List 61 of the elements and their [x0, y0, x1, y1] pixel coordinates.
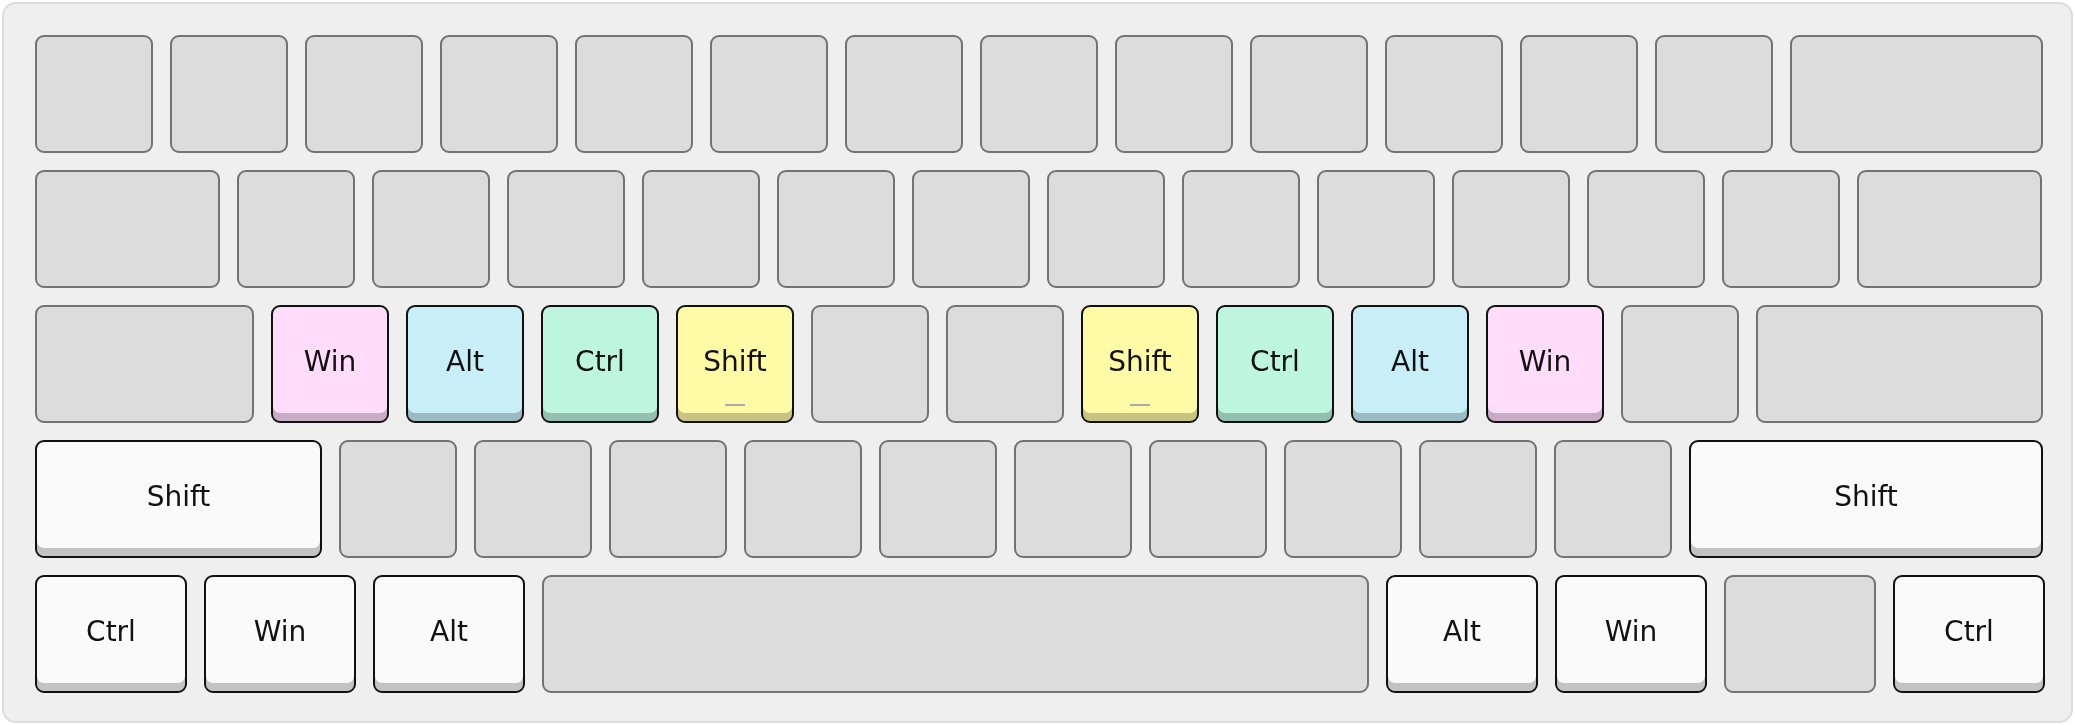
- blank-key[interactable]: [305, 35, 423, 153]
- key[interactable]: Win: [271, 305, 389, 423]
- blank-key[interactable]: [1587, 170, 1705, 288]
- blank-key[interactable]: [1149, 440, 1267, 558]
- blank-key[interactable]: [1284, 440, 1402, 558]
- key[interactable]: Ctrl: [1893, 575, 2045, 693]
- blank-key[interactable]: [170, 35, 288, 153]
- blank-key[interactable]: [1857, 170, 2042, 288]
- blank-key[interactable]: [1317, 170, 1435, 288]
- key[interactable]: Alt: [1386, 575, 1538, 693]
- blank-key[interactable]: [1182, 170, 1300, 288]
- blank-key[interactable]: [845, 35, 963, 153]
- blank-key[interactable]: [1756, 305, 2043, 423]
- blank-key[interactable]: [642, 170, 760, 288]
- key[interactable]: Shift: [35, 440, 322, 558]
- blank-key[interactable]: [35, 35, 153, 153]
- blank-key[interactable]: [474, 440, 592, 558]
- blank-key[interactable]: [507, 170, 625, 288]
- key[interactable]: Ctrl: [541, 305, 659, 423]
- blank-key[interactable]: [35, 305, 254, 423]
- blank-key[interactable]: [35, 170, 220, 288]
- key[interactable]: Ctrl: [35, 575, 187, 693]
- blank-key[interactable]: [811, 305, 929, 423]
- blank-key[interactable]: [237, 170, 355, 288]
- blank-key[interactable]: [1724, 575, 1876, 693]
- blank-key[interactable]: [1385, 35, 1503, 153]
- key[interactable]: Win: [1486, 305, 1604, 423]
- key[interactable]: Shift: [1689, 440, 2043, 558]
- blank-key[interactable]: [777, 170, 895, 288]
- blank-key[interactable]: [575, 35, 693, 153]
- key[interactable]: Alt: [406, 305, 524, 423]
- blank-key[interactable]: [542, 575, 1369, 693]
- blank-key[interactable]: [1014, 440, 1132, 558]
- blank-key[interactable]: [1047, 170, 1165, 288]
- blank-key[interactable]: [879, 440, 997, 558]
- key[interactable]: Shift: [676, 305, 794, 423]
- blank-key[interactable]: [912, 170, 1030, 288]
- blank-key[interactable]: [1250, 35, 1368, 153]
- blank-key[interactable]: [1520, 35, 1638, 153]
- blank-key[interactable]: [980, 35, 1098, 153]
- blank-key[interactable]: [1115, 35, 1233, 153]
- blank-key[interactable]: [1554, 440, 1672, 558]
- blank-key[interactable]: [372, 170, 490, 288]
- blank-key[interactable]: [1722, 170, 1840, 288]
- key[interactable]: Alt: [1351, 305, 1469, 423]
- key[interactable]: Win: [1555, 575, 1707, 693]
- blank-key[interactable]: [339, 440, 457, 558]
- blank-key[interactable]: [609, 440, 727, 558]
- key[interactable]: Alt: [373, 575, 525, 693]
- blank-key[interactable]: [710, 35, 828, 153]
- blank-key[interactable]: [1621, 305, 1739, 423]
- blank-key[interactable]: [1452, 170, 1570, 288]
- blank-key[interactable]: [1655, 35, 1773, 153]
- blank-key[interactable]: [744, 440, 862, 558]
- blank-key[interactable]: [1419, 440, 1537, 558]
- key[interactable]: Win: [204, 575, 356, 693]
- blank-key[interactable]: [440, 35, 558, 153]
- blank-key[interactable]: [946, 305, 1064, 423]
- key[interactable]: Ctrl: [1216, 305, 1334, 423]
- blank-key[interactable]: [1790, 35, 2043, 153]
- key[interactable]: Shift: [1081, 305, 1199, 423]
